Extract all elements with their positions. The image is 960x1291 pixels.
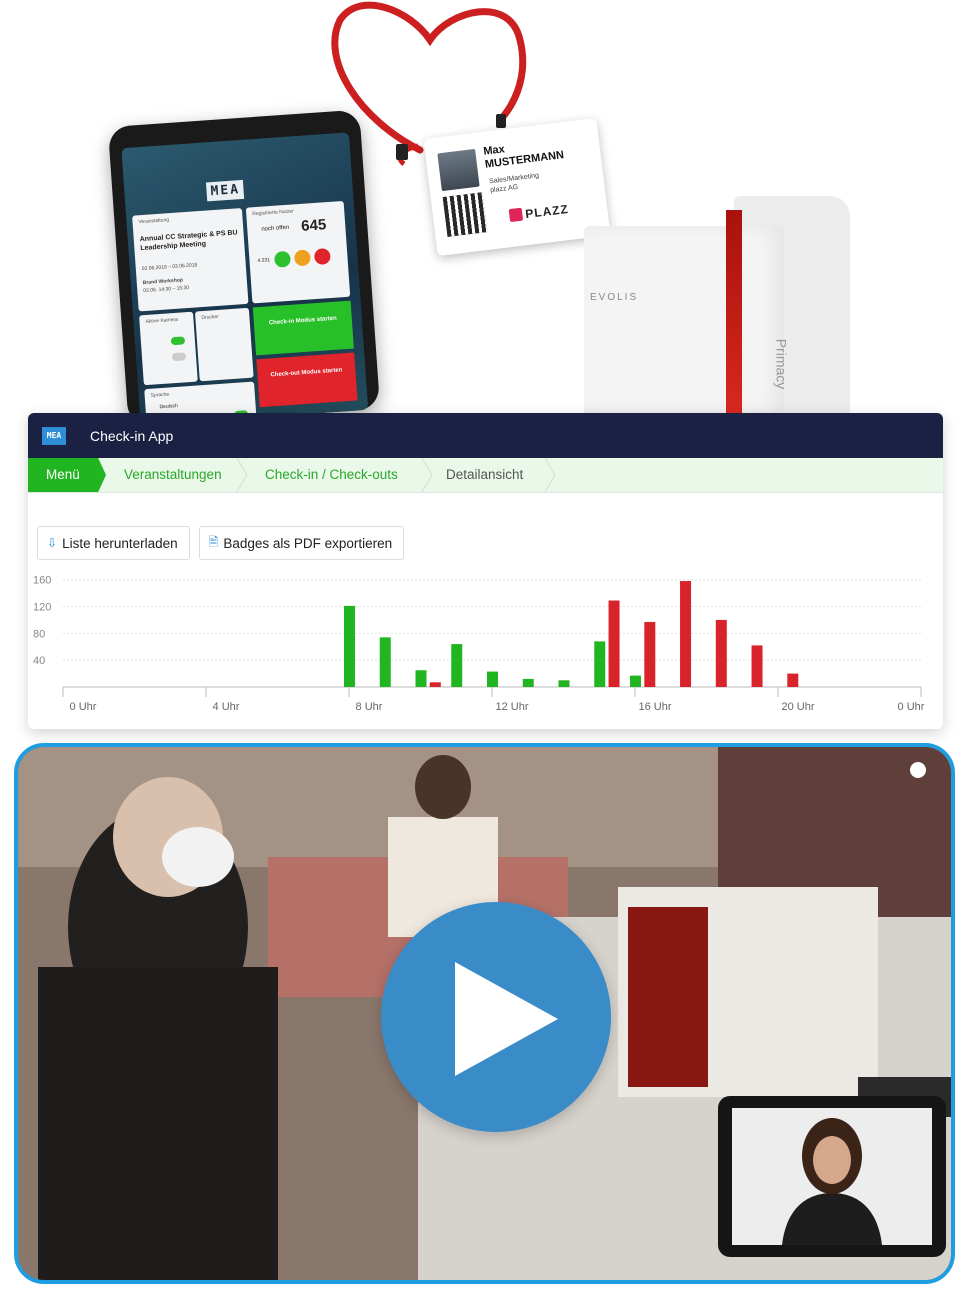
chart-bar — [715, 619, 727, 687]
status-dots: 4.231 — [257, 247, 331, 269]
event-label: Veranstaltung — [138, 217, 170, 226]
chart-bar — [451, 644, 463, 687]
x-tick-label: 4 Uhr — [213, 701, 240, 713]
event-dates: 02.06.2018 – 03.06.2018 Brand Workshop 0… — [142, 258, 242, 295]
badge-brand: PLAZZ — [524, 201, 570, 222]
x-tick-label: 20 Uhr — [781, 701, 814, 713]
tablet-registered-card: Registrierte Nutzer noch offen 645 4.231 — [245, 200, 351, 304]
clock-icon[interactable] — [910, 762, 926, 778]
dot-orange — [293, 249, 311, 267]
tablet-logo: MEA — [205, 179, 245, 202]
registered-label: Registrierte Nutzer — [252, 208, 295, 218]
chart-bar — [558, 680, 570, 687]
printer-model: Primacy — [773, 338, 790, 390]
toolbar: ⇩ Liste herunterladen 🗎 Badges als PDF e… — [37, 526, 405, 560]
y-tick-label: 160 — [33, 575, 51, 587]
badge-role: Sales/Marketing plazz AG — [489, 171, 541, 195]
dot-red — [313, 247, 331, 266]
tablet-camera-card: Aktive Kamera — [139, 311, 198, 386]
chart-bar — [429, 682, 441, 687]
chevron-right-icon — [236, 458, 248, 492]
y-tick-label: 80 — [33, 628, 45, 640]
chart-bar — [751, 645, 763, 687]
mea-logo: MEA — [42, 426, 66, 445]
tablet-printer-card: Drucker — [194, 307, 254, 382]
total-count: 4.231 — [257, 257, 271, 265]
pdf-file-icon: 🗎 — [208, 534, 219, 549]
chart-bar — [415, 670, 427, 687]
open-label: noch offen — [261, 224, 290, 233]
app-header: MEA Check-in App — [28, 413, 943, 458]
chart-bar — [644, 621, 656, 687]
y-tick-label: 40 — [33, 655, 45, 667]
badge-photo — [437, 148, 480, 192]
chevron-right-icon — [544, 458, 556, 492]
camera-toggle[interactable] — [170, 336, 186, 346]
y-tick-label: 120 — [33, 602, 51, 614]
printer-red-slot — [726, 210, 742, 416]
chart-bar — [630, 675, 641, 687]
printer-label: Drucker — [201, 313, 220, 322]
presenter-video — [732, 1108, 932, 1245]
breadcrumb-menu[interactable]: Menü — [28, 458, 106, 492]
event-dates-text: 02.06.2018 – 03.06.2018 — [141, 262, 198, 273]
chart-bar — [680, 581, 692, 687]
name-badge: Max MUSTERMANN Sales/Marketing plazz AG … — [423, 117, 611, 257]
chart-bar — [522, 678, 534, 687]
checkin-chart: 40 80 120 160 0 Uhr 4 Uhr 8 Uhr 12 Uhr 16 Uhr 20 … — [33, 575, 925, 713]
export-badges-label: Badges als PDF exportieren — [223, 535, 393, 551]
chart-bar — [487, 671, 498, 687]
chart-bar — [344, 605, 355, 687]
breadcrumb-events[interactable]: Veranstaltungen — [124, 458, 222, 492]
plazz-logo-icon — [508, 207, 524, 223]
tablet-event-card: Veranstaltung Annual CC Strategic & PS B… — [132, 208, 249, 312]
badge-printer: EVOLIS Primacy — [584, 196, 850, 416]
ipad-inset — [718, 1096, 946, 1257]
x-tick-label: 0 Uhr — [898, 701, 925, 713]
breadcrumb-checkins[interactable]: Check-in / Check-outs — [265, 458, 398, 492]
hero-illustration: MEA Veranstaltung Annual CC Strategic & … — [0, 0, 960, 427]
chart-bar — [608, 600, 620, 687]
dot-green — [273, 250, 291, 268]
checkout-mode-button[interactable]: Check-out Modus starten — [256, 352, 358, 408]
qr-code-icon — [442, 192, 488, 237]
open-count: 645 — [300, 216, 327, 235]
breadcrumb: Menü Veranstaltungen Check-in / Check-ou… — [28, 458, 943, 493]
chart-bar — [787, 673, 799, 687]
export-badges-pdf-button[interactable]: 🗎 Badges als PDF exportieren — [198, 526, 405, 560]
printer-body: EVOLIS — [584, 226, 784, 416]
play-icon — [455, 962, 558, 1076]
breadcrumb-detail: Detailansicht — [446, 467, 524, 482]
tablet-device: MEA Veranstaltung Annual CC Strategic & … — [107, 109, 381, 427]
x-tick-label: 8 Uhr — [356, 701, 383, 713]
download-list-button[interactable]: ⇩ Liste herunterladen — [37, 526, 190, 560]
download-list-label: Liste herunterladen — [62, 535, 178, 551]
camera-label: Aktive Kamera — [145, 316, 179, 325]
chevron-right-icon — [421, 458, 433, 492]
check-in-app-panel: MEA Check-in App Menü Veranstaltungen Ch… — [28, 413, 943, 729]
language-label: Sprache — [150, 391, 170, 399]
chart-bar — [379, 637, 391, 687]
printer-brand: EVOLIS — [590, 292, 639, 303]
x-tick-label: 0 Uhr — [70, 701, 97, 713]
checkin-mode-button[interactable]: Check-in Modus starten — [252, 300, 354, 356]
tablet-screen: MEA Veranstaltung Annual CC Strategic & … — [121, 132, 369, 426]
language-value: Deutsch — [159, 402, 179, 411]
app-title: Check-in App — [90, 427, 174, 444]
event-name: Annual CC Strategic & PS BU Leadership M… — [139, 229, 238, 253]
download-icon: ⇩ — [47, 536, 58, 550]
chart-bar — [594, 641, 606, 687]
camera-toggle-back[interactable] — [171, 352, 187, 362]
x-tick-label: 12 Uhr — [495, 701, 528, 713]
x-tick-label: 16 Uhr — [638, 701, 671, 713]
